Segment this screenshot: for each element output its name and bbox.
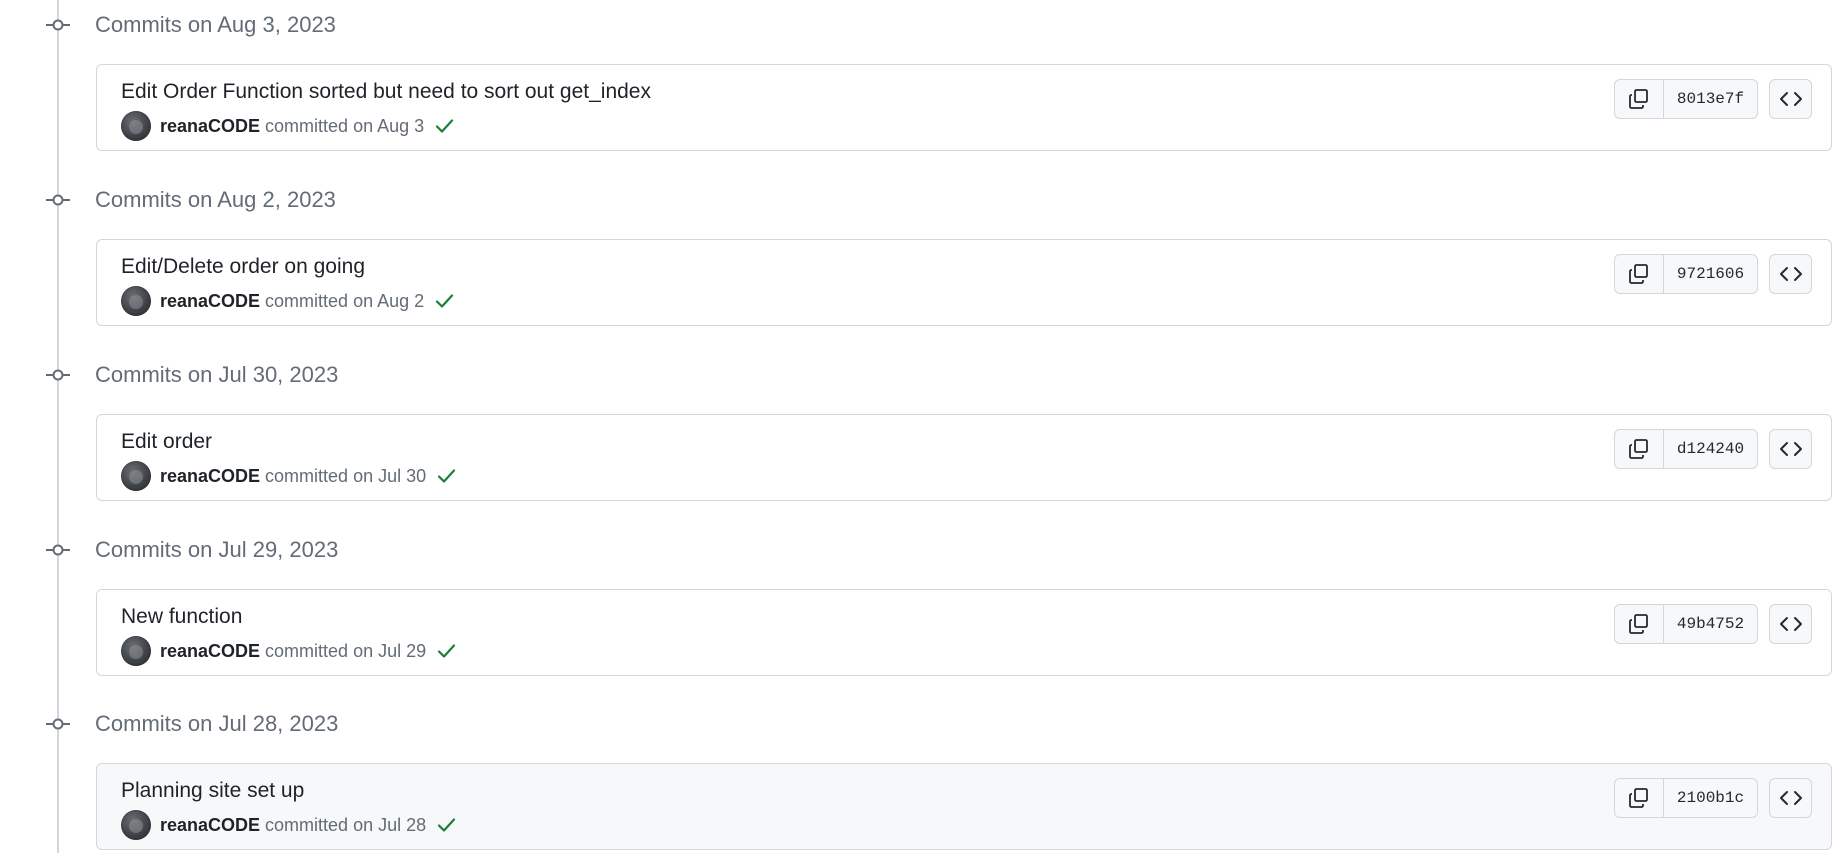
commit-card: New function reanaCODE committed on Jul …	[96, 589, 1832, 676]
commit-group-header: Commits on Jul 28, 2023	[0, 699, 1845, 749]
code-icon	[1779, 442, 1802, 456]
check-icon[interactable]	[435, 640, 457, 662]
copy-icon	[1629, 89, 1648, 109]
git-commit-icon	[46, 544, 70, 556]
commit-card: Planning site set up reanaCODE committed…	[96, 763, 1832, 850]
author-link[interactable]: reanaCODE	[160, 116, 260, 137]
browse-repository-button[interactable]	[1769, 79, 1812, 119]
browse-repository-button[interactable]	[1769, 604, 1812, 644]
commit-message-link[interactable]: Planning site set up	[121, 778, 304, 804]
commit-card: Edit Order Function sorted but need to s…	[96, 64, 1832, 151]
commit-group: Commits on Aug 3, 2023 Edit Order Functi…	[0, 0, 1845, 175]
commit-meta: reanaCODE committed on Aug 3	[121, 111, 455, 141]
commit-meta: reanaCODE committed on Jul 28	[121, 810, 457, 840]
code-icon	[1779, 617, 1802, 631]
commit-group-title: Commits on Aug 2, 2023	[95, 187, 336, 212]
author-avatar[interactable]	[121, 810, 151, 840]
author-avatar[interactable]	[121, 111, 151, 141]
commit-meta: reanaCODE committed on Jul 30	[121, 461, 457, 491]
browse-repository-button[interactable]	[1769, 778, 1812, 818]
commit-group-title: Commits on Jul 29, 2023	[95, 537, 339, 562]
commit-meta: reanaCODE committed on Aug 2	[121, 286, 455, 316]
commit-meta: reanaCODE committed on Jul 29	[121, 636, 457, 666]
commit-group-header: Commits on Jul 29, 2023	[0, 525, 1845, 575]
git-commit-icon	[46, 194, 70, 206]
commit-group-header: Commits on Aug 2, 2023	[0, 175, 1845, 225]
copy-icon	[1629, 788, 1648, 808]
commit-card: Edit/Delete order on going reanaCODE com…	[96, 239, 1832, 326]
commit-group: Commits on Jul 30, 2023 Edit order reana…	[0, 350, 1845, 525]
code-icon	[1779, 791, 1802, 805]
commit-message-link[interactable]: Edit/Delete order on going	[121, 254, 365, 280]
git-commit-icon	[46, 19, 70, 31]
browse-repository-button[interactable]	[1769, 429, 1812, 469]
check-icon[interactable]	[435, 465, 457, 487]
sha-button-group: 2100b1c	[1614, 778, 1758, 818]
author-link[interactable]: reanaCODE	[160, 466, 260, 487]
check-icon[interactable]	[433, 290, 455, 312]
commit-date: committed on Aug 2	[265, 290, 425, 311]
commit-group-header: Commits on Aug 3, 2023	[0, 0, 1845, 50]
copy-icon	[1629, 614, 1648, 634]
copy-icon	[1629, 439, 1648, 459]
copy-sha-button[interactable]	[1615, 779, 1664, 817]
check-icon[interactable]	[435, 814, 457, 836]
commit-group-title: Commits on Jul 30, 2023	[95, 362, 339, 387]
commit-sha-link[interactable]: 2100b1c	[1664, 779, 1757, 817]
copy-sha-button[interactable]	[1615, 80, 1664, 118]
commit-date: committed on Aug 3	[265, 115, 425, 136]
author-link[interactable]: reanaCODE	[160, 641, 260, 662]
code-icon	[1779, 267, 1802, 281]
commit-group: Commits on Jul 28, 2023 Planning site se…	[0, 699, 1845, 853]
sha-button-group: 9721606	[1614, 254, 1758, 294]
commit-history: Commits on Aug 3, 2023 Edit Order Functi…	[0, 0, 1845, 853]
git-commit-icon	[46, 369, 70, 381]
commit-sha-link[interactable]: 9721606	[1664, 255, 1757, 293]
git-commit-icon	[46, 718, 70, 730]
commit-card: Edit order reanaCODE committed on Jul 30…	[96, 414, 1832, 501]
author-link[interactable]: reanaCODE	[160, 291, 260, 312]
author-avatar[interactable]	[121, 461, 151, 491]
sha-button-group: d124240	[1614, 429, 1758, 469]
author-avatar[interactable]	[121, 636, 151, 666]
commit-group: Commits on Aug 2, 2023 Edit/Delete order…	[0, 175, 1845, 350]
commit-message-link[interactable]: Edit order	[121, 429, 212, 455]
author-link[interactable]: reanaCODE	[160, 815, 260, 836]
commit-group: Commits on Jul 29, 2023 New function rea…	[0, 525, 1845, 700]
copy-sha-button[interactable]	[1615, 430, 1664, 468]
commit-date: committed on Jul 29	[265, 640, 427, 661]
author-avatar[interactable]	[121, 286, 151, 316]
commit-group-title: Commits on Aug 3, 2023	[95, 12, 336, 37]
check-icon[interactable]	[433, 115, 455, 137]
copy-sha-button[interactable]	[1615, 255, 1664, 293]
commit-sha-link[interactable]: 8013e7f	[1664, 80, 1757, 118]
sha-button-group: 49b4752	[1614, 604, 1758, 644]
commit-group-header: Commits on Jul 30, 2023	[0, 350, 1845, 400]
commit-date: committed on Jul 30	[265, 465, 427, 486]
code-icon	[1779, 92, 1802, 106]
commit-message-link[interactable]: Edit Order Function sorted but need to s…	[121, 79, 651, 105]
sha-button-group: 8013e7f	[1614, 79, 1758, 119]
commit-date: committed on Jul 28	[265, 814, 427, 835]
commit-message-link[interactable]: New function	[121, 604, 242, 630]
commit-group-title: Commits on Jul 28, 2023	[95, 711, 339, 736]
copy-icon	[1629, 264, 1648, 284]
commit-sha-link[interactable]: d124240	[1664, 430, 1757, 468]
copy-sha-button[interactable]	[1615, 605, 1664, 643]
browse-repository-button[interactable]	[1769, 254, 1812, 294]
commit-sha-link[interactable]: 49b4752	[1664, 605, 1757, 643]
